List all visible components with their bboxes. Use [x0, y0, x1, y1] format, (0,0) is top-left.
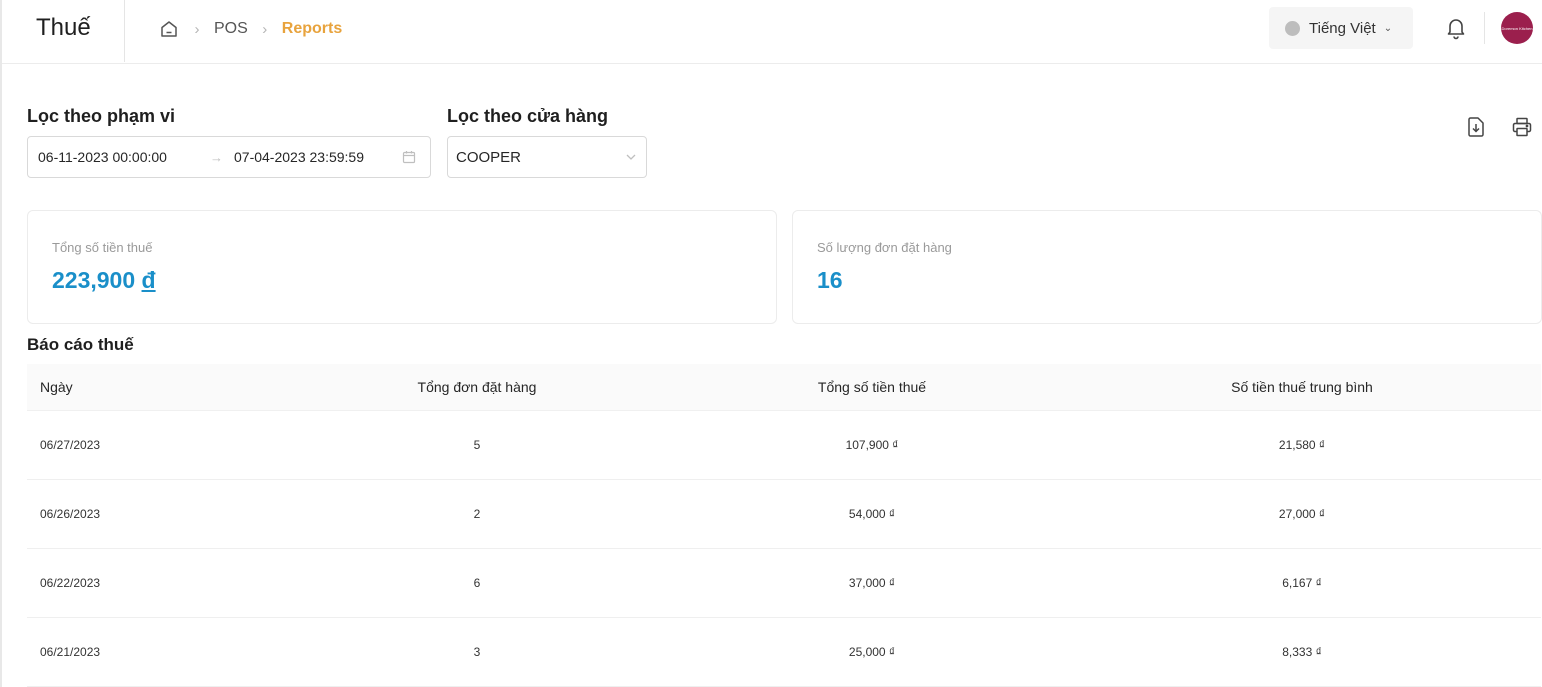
store-filter-label: Lọc theo cửa hàng: [447, 106, 609, 126]
breadcrumb-separator: ›: [194, 20, 200, 38]
total-tax-amount: 223,900: [52, 267, 136, 293]
column-header-total-tax[interactable]: Tổng số tiền thuế: [677, 379, 1067, 395]
breadcrumb-pos[interactable]: POS: [214, 20, 248, 38]
order-count-card: Số lượng đơn đặt hàng 16: [792, 210, 1542, 324]
top-header: Thuế › POS › Reports Tiếng Việt ⌄ Doremo…: [2, 0, 1542, 64]
table-header: Ngày Tổng đơn đặt hàng Tổng số tiền thuế…: [27, 364, 1541, 411]
column-header-orders[interactable]: Tổng đơn đặt hàng: [277, 379, 677, 395]
home-icon[interactable]: [158, 18, 180, 40]
table-row[interactable]: 06/22/2023 6 37,000 ₫ 6,167 ₫: [27, 549, 1541, 618]
currency-symbol: đ: [141, 267, 156, 293]
range-filter-label: Lọc theo phạm vi: [27, 106, 176, 126]
header-divider: [1484, 12, 1485, 44]
total-tax-card: Tổng số tiền thuế 223,900 đ: [27, 210, 777, 324]
calendar-icon: [402, 150, 416, 164]
date-start-input[interactable]: 06-11-2023 00:00:00: [38, 149, 210, 165]
language-selector[interactable]: Tiếng Việt ⌄: [1269, 7, 1413, 49]
app-root: Thuế › POS › Reports Tiếng Việt ⌄ Doremo…: [0, 0, 1542, 687]
chevron-down-icon: [624, 150, 638, 164]
header-divider: [124, 0, 125, 62]
total-tax-label: Tổng số tiền thuế: [52, 240, 153, 255]
chevron-down-icon: ⌄: [1383, 22, 1393, 34]
store-select[interactable]: COOPER: [447, 136, 647, 178]
order-count-value: 16: [817, 267, 843, 293]
page-title: Thuế: [36, 14, 91, 41]
cell-avg-tax: 21,580 ₫: [1278, 438, 1326, 452]
cell-orders: 3: [473, 645, 481, 659]
cell-total-tax: 107,900 ₫: [845, 438, 899, 452]
date-end-input[interactable]: 07-04-2023 23:59:59: [234, 149, 402, 165]
language-flag-icon: [1285, 20, 1300, 36]
breadcrumb: › POS › Reports: [158, 17, 342, 41]
total-tax-value: 223,900 đ: [52, 267, 156, 294]
cell-date: 06/27/2023: [40, 438, 101, 452]
cell-orders: 2: [473, 507, 481, 521]
avatar-text: Doremon Kitchen: [1501, 25, 1533, 31]
tax-report-table: Ngày Tổng đơn đặt hàng Tổng số tiền thuế…: [27, 364, 1541, 687]
report-title: Báo cáo thuế: [27, 335, 134, 354]
cell-date: 06/26/2023: [40, 507, 101, 521]
avatar[interactable]: Doremon Kitchen: [1501, 12, 1533, 44]
bell-icon[interactable]: [1443, 15, 1469, 41]
cell-avg-tax: 8,333 ₫: [1282, 645, 1322, 659]
table-row[interactable]: 06/27/2023 5 107,900 ₫ 21,580 ₫: [27, 411, 1541, 480]
cell-total-tax: 54,000 ₫: [848, 507, 896, 521]
cell-date: 06/22/2023: [40, 576, 101, 590]
table-row[interactable]: 06/21/2023 3 25,000 ₫ 8,333 ₫: [27, 618, 1541, 687]
cell-date: 06/21/2023: [40, 645, 101, 659]
cell-avg-tax: 27,000 ₫: [1278, 507, 1326, 521]
table-row[interactable]: 06/26/2023 2 54,000 ₫ 27,000 ₫: [27, 480, 1541, 549]
cell-orders: 5: [473, 438, 481, 452]
column-header-avg-tax[interactable]: Số tiền thuế trung bình: [1067, 379, 1537, 395]
column-header-date[interactable]: Ngày: [27, 379, 277, 395]
breadcrumb-separator: ›: [262, 20, 268, 38]
arrow-right-icon: →: [210, 149, 223, 165]
cell-total-tax: 37,000 ₫: [848, 576, 896, 590]
order-count-label: Số lượng đơn đặt hàng: [817, 240, 952, 255]
cell-avg-tax: 6,167 ₫: [1282, 576, 1322, 590]
date-range-picker[interactable]: 06-11-2023 00:00:00 → 07-04-2023 23:59:5…: [27, 136, 431, 178]
store-select-value: COOPER: [456, 148, 522, 166]
breadcrumb-current: Reports: [281, 20, 343, 37]
cell-total-tax: 25,000 ₫: [848, 645, 896, 659]
printer-icon[interactable]: [1510, 115, 1534, 139]
cell-orders: 6: [473, 576, 481, 590]
download-icon[interactable]: [1464, 115, 1488, 139]
language-label: Tiếng Việt: [1309, 19, 1376, 37]
